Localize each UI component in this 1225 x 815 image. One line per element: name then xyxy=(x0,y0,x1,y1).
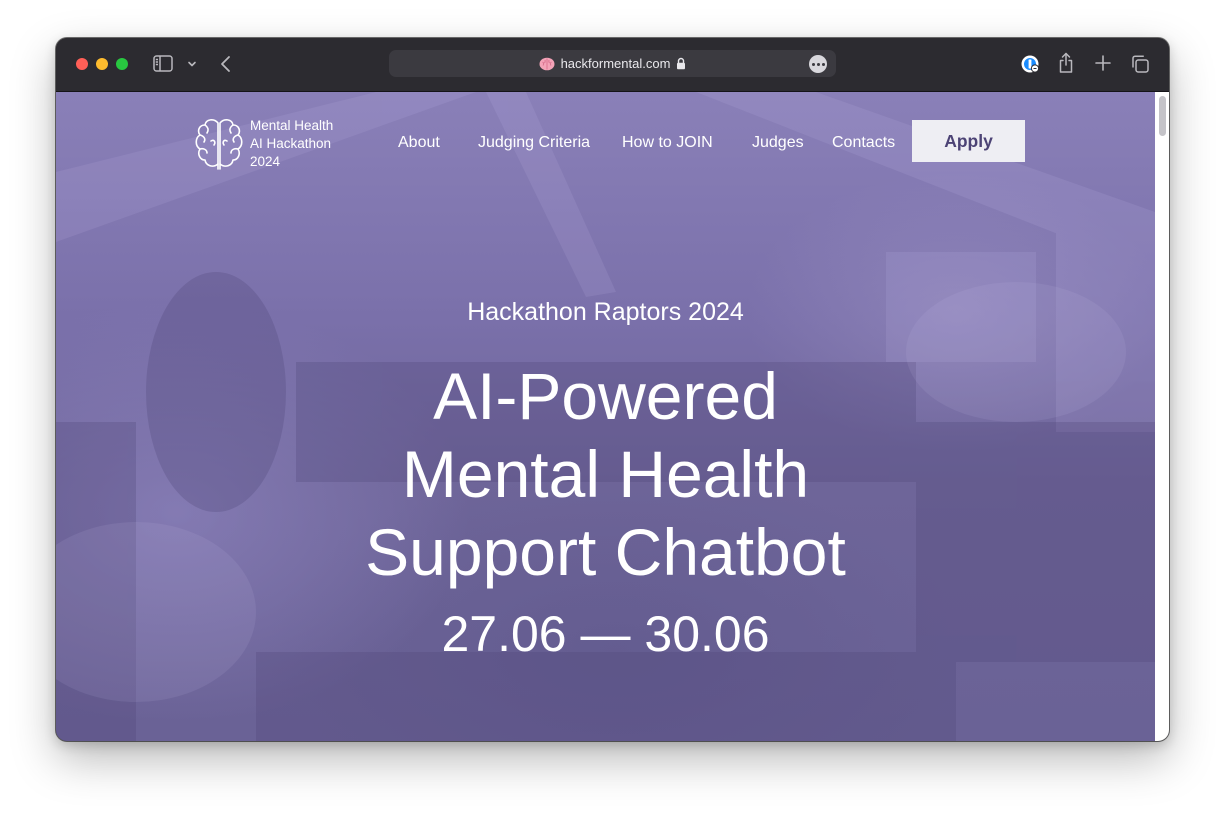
maximize-window-button[interactable] xyxy=(116,58,128,70)
hero-headline: AI-Powered Mental Health Support Chatbot xyxy=(56,357,1155,591)
close-window-button[interactable] xyxy=(76,58,88,70)
nav-about[interactable]: About xyxy=(398,134,440,152)
chevron-down-icon[interactable] xyxy=(186,57,198,71)
headline-line-1: AI-Powered xyxy=(433,359,778,433)
brain-favicon xyxy=(539,57,555,71)
share-icon[interactable] xyxy=(1058,52,1074,74)
minimize-window-button[interactable] xyxy=(96,58,108,70)
logo-line-2: AI Hackathon xyxy=(250,136,332,151)
browser-toolbar: hackformental.com xyxy=(56,38,1169,92)
nav-how-to-join[interactable]: How to JOIN xyxy=(622,134,713,152)
scrollbar-thumb[interactable] xyxy=(1159,96,1166,136)
web-viewport: Mental Health AI Hackathon 2024 About Ju… xyxy=(56,92,1169,741)
back-arrow-icon[interactable] xyxy=(219,54,233,74)
lock-icon xyxy=(676,57,686,70)
apply-button[interactable]: Apply xyxy=(912,120,1025,162)
tabs-overview-icon[interactable] xyxy=(1130,54,1150,74)
logo-line-3: 2024 xyxy=(250,154,281,169)
nav-judges[interactable]: Judges xyxy=(752,134,804,152)
nav-judging-criteria[interactable]: Judging Criteria xyxy=(478,134,590,152)
hero-section: Mental Health AI Hackathon 2024 About Ju… xyxy=(56,92,1155,741)
headline-line-3: Support Chatbot xyxy=(365,515,846,589)
nav-contacts[interactable]: Contacts xyxy=(832,134,895,152)
hero-dates: 27.06 — 30.06 xyxy=(441,606,770,662)
browser-window: hackformental.com Mental Health AI Hacka… xyxy=(56,38,1169,741)
sidebar-icon[interactable] xyxy=(153,55,173,72)
site-logo[interactable]: Mental Health AI Hackathon 2024 xyxy=(194,114,333,174)
more-icon[interactable] xyxy=(809,55,827,73)
headline-line-2: Mental Health xyxy=(401,437,810,511)
password-icon[interactable] xyxy=(1020,54,1040,74)
address-bar[interactable]: hackformental.com xyxy=(389,50,836,77)
url-text: hackformental.com xyxy=(560,56,671,71)
plus-icon[interactable] xyxy=(1094,54,1112,72)
vertical-scrollbar[interactable] xyxy=(1155,92,1169,741)
hero-eyebrow: Hackathon Raptors 2024 xyxy=(467,298,744,326)
brain-icon xyxy=(194,115,244,173)
logo-text: Mental Health AI Hackathon 2024 xyxy=(250,117,333,171)
logo-line-1: Mental Health xyxy=(250,118,334,133)
